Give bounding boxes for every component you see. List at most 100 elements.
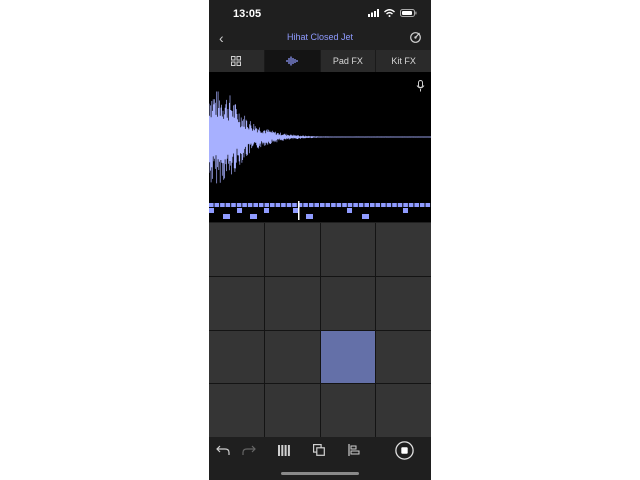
- status-icons: [368, 9, 417, 17]
- pad[interactable]: [320, 330, 376, 384]
- sequence-step: [414, 203, 419, 207]
- redo-icon: [242, 445, 256, 455]
- sequence-step: [286, 203, 292, 207]
- sequence-note: [209, 208, 214, 213]
- sequence-note: [347, 208, 352, 213]
- app-header: ‹ Hihat Closed Jet: [209, 28, 431, 50]
- status-bar: 13:05: [209, 0, 431, 28]
- sequence-step: [264, 203, 270, 207]
- sequence-step: [419, 203, 425, 207]
- step-sequencer[interactable]: [209, 200, 431, 222]
- sequence-step: [358, 203, 364, 207]
- pad[interactable]: [209, 223, 264, 276]
- sequence-step: [242, 203, 247, 207]
- sequence-step: [209, 203, 214, 207]
- sequence-step: [275, 203, 281, 207]
- pad[interactable]: [264, 330, 320, 384]
- sequence-note: [306, 214, 313, 219]
- sequence-step: [292, 203, 297, 207]
- cellular-signal-icon: [368, 9, 379, 17]
- pad[interactable]: [376, 223, 431, 276]
- waveform-path: [209, 91, 431, 184]
- pad[interactable]: [209, 276, 264, 330]
- duplicate-button[interactable]: [311, 442, 327, 458]
- sequence-step: [375, 203, 381, 207]
- sequence-step: [370, 203, 375, 207]
- sequence-note: [264, 208, 269, 213]
- sequence-note: [362, 214, 369, 219]
- sequence-step: [386, 203, 392, 207]
- undo-icon: [216, 445, 230, 455]
- battery-icon: [400, 9, 417, 17]
- pad[interactable]: [264, 276, 320, 330]
- sequence-step: [281, 203, 286, 207]
- pattern-button[interactable]: [276, 442, 292, 458]
- sequence-note: [403, 208, 408, 213]
- pad[interactable]: [376, 330, 431, 384]
- pad[interactable]: [376, 276, 431, 330]
- sequence-step: [308, 203, 314, 207]
- pad[interactable]: [264, 384, 320, 437]
- sequence-note: [237, 208, 242, 213]
- sequence-steps: [209, 201, 431, 220]
- tuner-icon[interactable]: [409, 31, 422, 44]
- record-stop-icon: [394, 440, 414, 460]
- sequence-note: [293, 208, 298, 213]
- sequence-step: [392, 203, 397, 207]
- sequence-step: [225, 203, 231, 207]
- sequence-step: [364, 203, 369, 207]
- sequence-step: [303, 203, 308, 207]
- pad[interactable]: [264, 223, 320, 276]
- sequence-note: [223, 214, 230, 219]
- tab-waveform[interactable]: [264, 50, 321, 72]
- undo-button[interactable]: [215, 442, 231, 458]
- pad[interactable]: [320, 276, 376, 330]
- home-indicator: [281, 472, 359, 475]
- phone-screen: 13:05 ‹ Hihat Closed Jet Pad FX Kit FX: [209, 0, 431, 480]
- sequence-step: [347, 203, 353, 207]
- microphone-icon[interactable]: [416, 80, 425, 92]
- sequence-step: [381, 203, 386, 207]
- sequence-step: [325, 203, 331, 207]
- clip-button[interactable]: [346, 442, 362, 458]
- sequence-step: [314, 203, 319, 207]
- wifi-icon: [384, 9, 395, 17]
- duplicate-icon: [313, 444, 325, 456]
- pad[interactable]: [209, 330, 264, 384]
- bottom-toolbar: [209, 438, 431, 462]
- record-stop-button[interactable]: [394, 440, 414, 460]
- playhead: [298, 201, 300, 220]
- pattern-icon: [278, 444, 290, 456]
- sequence-step: [236, 203, 242, 207]
- pad-grid: [209, 223, 431, 437]
- sequence-step: [258, 203, 264, 207]
- pad[interactable]: [320, 384, 376, 437]
- redo-button[interactable]: [241, 442, 257, 458]
- pad[interactable]: [320, 223, 376, 276]
- sequence-step: [231, 203, 236, 207]
- clip-icon: [348, 444, 360, 456]
- tab-grid[interactable]: [209, 50, 265, 72]
- sample-waveform[interactable]: [209, 72, 431, 200]
- sequence-step: [253, 203, 258, 207]
- status-time: 13:05: [233, 8, 262, 20]
- waveform-display: [209, 91, 431, 184]
- waveform-icon: [286, 56, 298, 66]
- sequence-step: [270, 203, 275, 207]
- sequence-step: [353, 203, 358, 207]
- tab-pad-fx[interactable]: Pad FX: [320, 50, 377, 72]
- sequence-step: [397, 203, 403, 207]
- pad[interactable]: [376, 384, 431, 437]
- grid-icon: [231, 56, 242, 66]
- sequence-step: [247, 203, 253, 207]
- sequence-step: [408, 203, 414, 207]
- sequence-step: [214, 203, 220, 207]
- sequence-note: [250, 214, 257, 219]
- pad[interactable]: [209, 384, 264, 437]
- page-title: Hihat Closed Jet: [286, 32, 354, 42]
- sequence-step: [342, 203, 347, 207]
- sequence-step: [331, 203, 336, 207]
- tab-bar: Pad FX Kit FX: [209, 50, 431, 72]
- sequence-step: [403, 203, 408, 207]
- tab-kit-fx[interactable]: Kit FX: [376, 50, 431, 72]
